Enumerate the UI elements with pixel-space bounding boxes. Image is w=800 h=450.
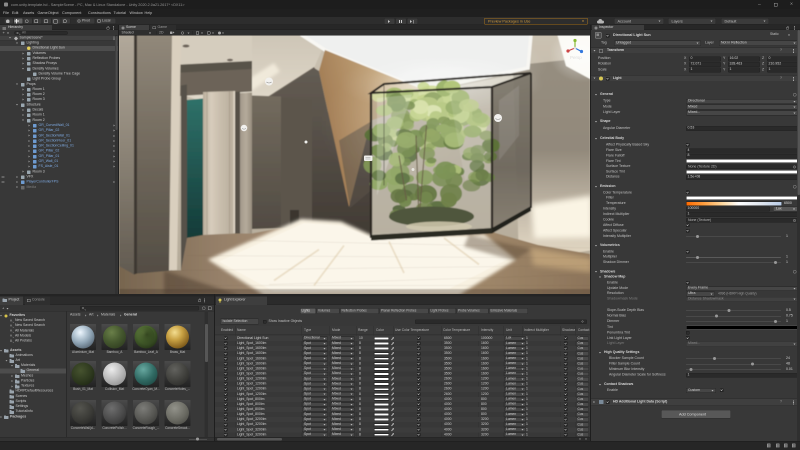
svg-text:Persp: Persp (570, 55, 582, 60)
